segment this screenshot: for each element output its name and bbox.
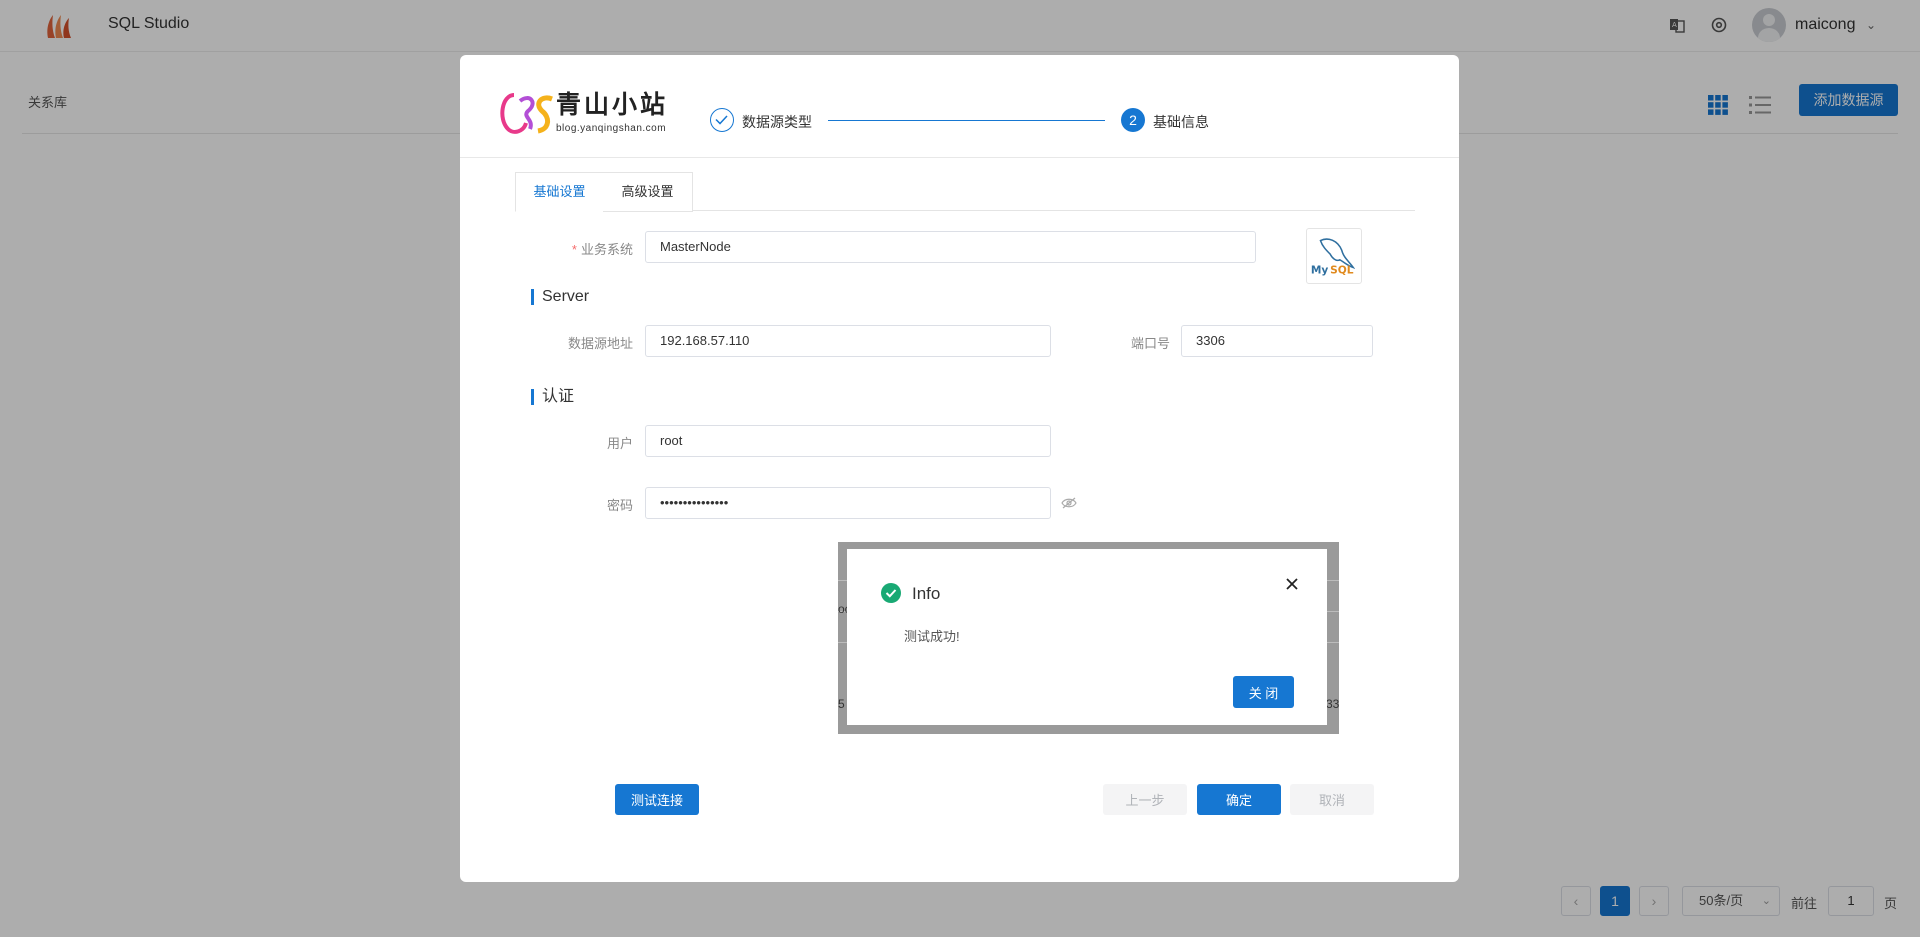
info-dialog: Info 测试成功! 关 闭 bbox=[847, 549, 1327, 725]
brand-name: 青山小站 bbox=[556, 90, 669, 119]
datasource-modal: 青山小站 blog.yanqingshan.com 数据源类型 2 基础信息 基… bbox=[460, 55, 1459, 882]
svg-text:My: My bbox=[1311, 264, 1329, 276]
info-dialog-title: Info bbox=[912, 584, 941, 603]
user-input[interactable]: root bbox=[645, 425, 1051, 457]
section-server: Server bbox=[531, 289, 589, 305]
step-2-label: 基础信息 bbox=[1153, 114, 1209, 130]
svg-text:SQL: SQL bbox=[1330, 264, 1354, 276]
business-system-input[interactable]: MasterNode bbox=[645, 231, 1256, 263]
settings-tabs: 基础设置 高级设置 bbox=[515, 172, 1415, 212]
tab-advanced-settings[interactable]: 高级设置 bbox=[603, 172, 693, 212]
step-1-done bbox=[710, 108, 734, 132]
close-icon[interactable] bbox=[1282, 574, 1302, 594]
password-input[interactable]: ••••••••••••••• bbox=[645, 487, 1051, 519]
step-connector bbox=[828, 120, 1105, 121]
tab-basic-settings[interactable]: 基础设置 bbox=[515, 172, 604, 212]
password-label: 密码 bbox=[606, 498, 633, 513]
brand-logo-icon bbox=[500, 93, 553, 134]
required-mark: * bbox=[571, 242, 577, 257]
test-connection-button[interactable]: 测试连接 bbox=[615, 784, 699, 815]
info-dialog-message: 测试成功! bbox=[904, 629, 960, 644]
modal-header: 青山小站 blog.yanqingshan.com 数据源类型 2 基础信息 bbox=[460, 55, 1459, 158]
check-icon bbox=[715, 115, 728, 125]
host-label: 数据源地址 bbox=[567, 336, 633, 351]
host-input[interactable]: 192.168.57.110 bbox=[645, 325, 1051, 357]
section-auth: 认证 bbox=[531, 389, 574, 405]
info-close-button[interactable]: 关 闭 bbox=[1233, 676, 1294, 708]
previous-step-button[interactable]: 上一步 bbox=[1103, 784, 1187, 815]
ghost-text: 33 bbox=[1326, 697, 1339, 711]
business-system-label: * 业务系统 bbox=[571, 242, 633, 257]
step-2-number: 2 bbox=[1121, 108, 1145, 132]
eye-off-icon[interactable] bbox=[1061, 497, 1077, 509]
step-1-label: 数据源类型 bbox=[742, 114, 812, 130]
brand-url: blog.yanqingshan.com bbox=[556, 123, 667, 134]
port-input[interactable]: 3306 bbox=[1181, 325, 1373, 357]
cancel-button[interactable]: 取消 bbox=[1290, 784, 1374, 815]
mysql-logo-icon: My SQL bbox=[1306, 228, 1362, 284]
success-check-icon bbox=[881, 583, 901, 603]
user-label: 用户 bbox=[606, 436, 633, 451]
confirm-button[interactable]: 确定 bbox=[1197, 784, 1281, 815]
port-label: 端口号 bbox=[1130, 336, 1170, 351]
ghost-text: 5 bbox=[838, 697, 845, 711]
